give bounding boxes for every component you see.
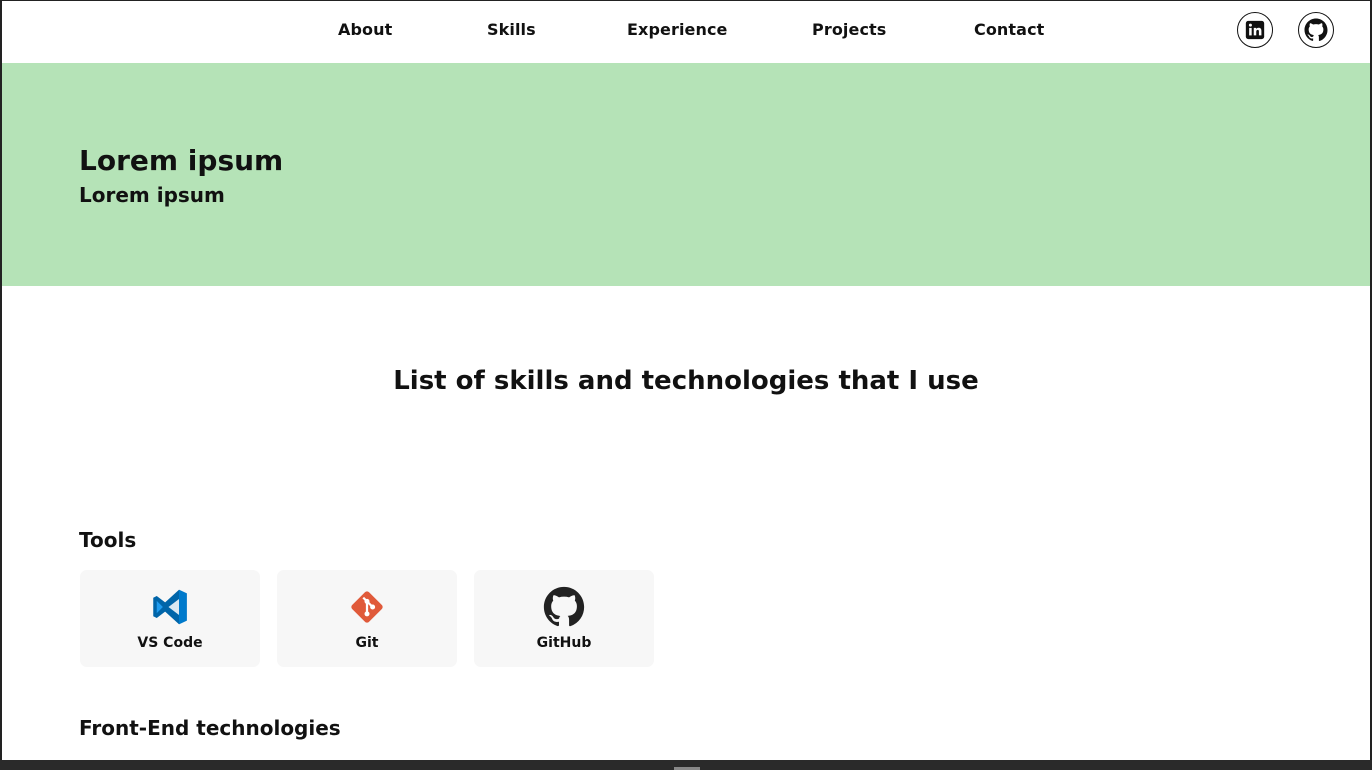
github-link[interactable] (1298, 12, 1334, 48)
tools-card-list: VS Code Git GitHub (80, 570, 654, 667)
skill-card-vscode: VS Code (80, 570, 260, 667)
hero-banner: Lorem ipsum Lorem ipsum (2, 63, 1370, 286)
nav-link-experience[interactable]: Experience (627, 20, 728, 39)
skills-heading: List of skills and technologies that I u… (393, 366, 979, 396)
github-icon (1304, 18, 1328, 41)
nav-link-projects[interactable]: Projects (812, 20, 886, 39)
nav-link-about[interactable]: About (338, 20, 392, 39)
tools-heading: Tools (79, 528, 137, 552)
top-navigation: About Skills Experience Projects Contact (2, 1, 1370, 63)
front-end-heading: Front-End technologies (79, 716, 341, 740)
github-icon (543, 586, 585, 628)
nav-link-skills[interactable]: Skills (487, 20, 536, 39)
page-viewport: About Skills Experience Projects Contact… (0, 0, 1372, 760)
git-icon (346, 586, 388, 628)
skill-card-label: VS Code (137, 635, 203, 651)
skill-card-github: GitHub (474, 570, 654, 667)
skill-card-git: Git (277, 570, 457, 667)
vscode-icon (149, 586, 191, 628)
linkedin-link[interactable] (1237, 12, 1273, 48)
hero-subtitle: Lorem ipsum (79, 183, 225, 207)
linkedin-icon (1245, 20, 1265, 40)
hero-title: Lorem ipsum (79, 144, 284, 177)
nav-link-contact[interactable]: Contact (974, 20, 1044, 39)
skill-card-label: GitHub (536, 635, 592, 651)
skill-card-label: Git (355, 635, 379, 651)
